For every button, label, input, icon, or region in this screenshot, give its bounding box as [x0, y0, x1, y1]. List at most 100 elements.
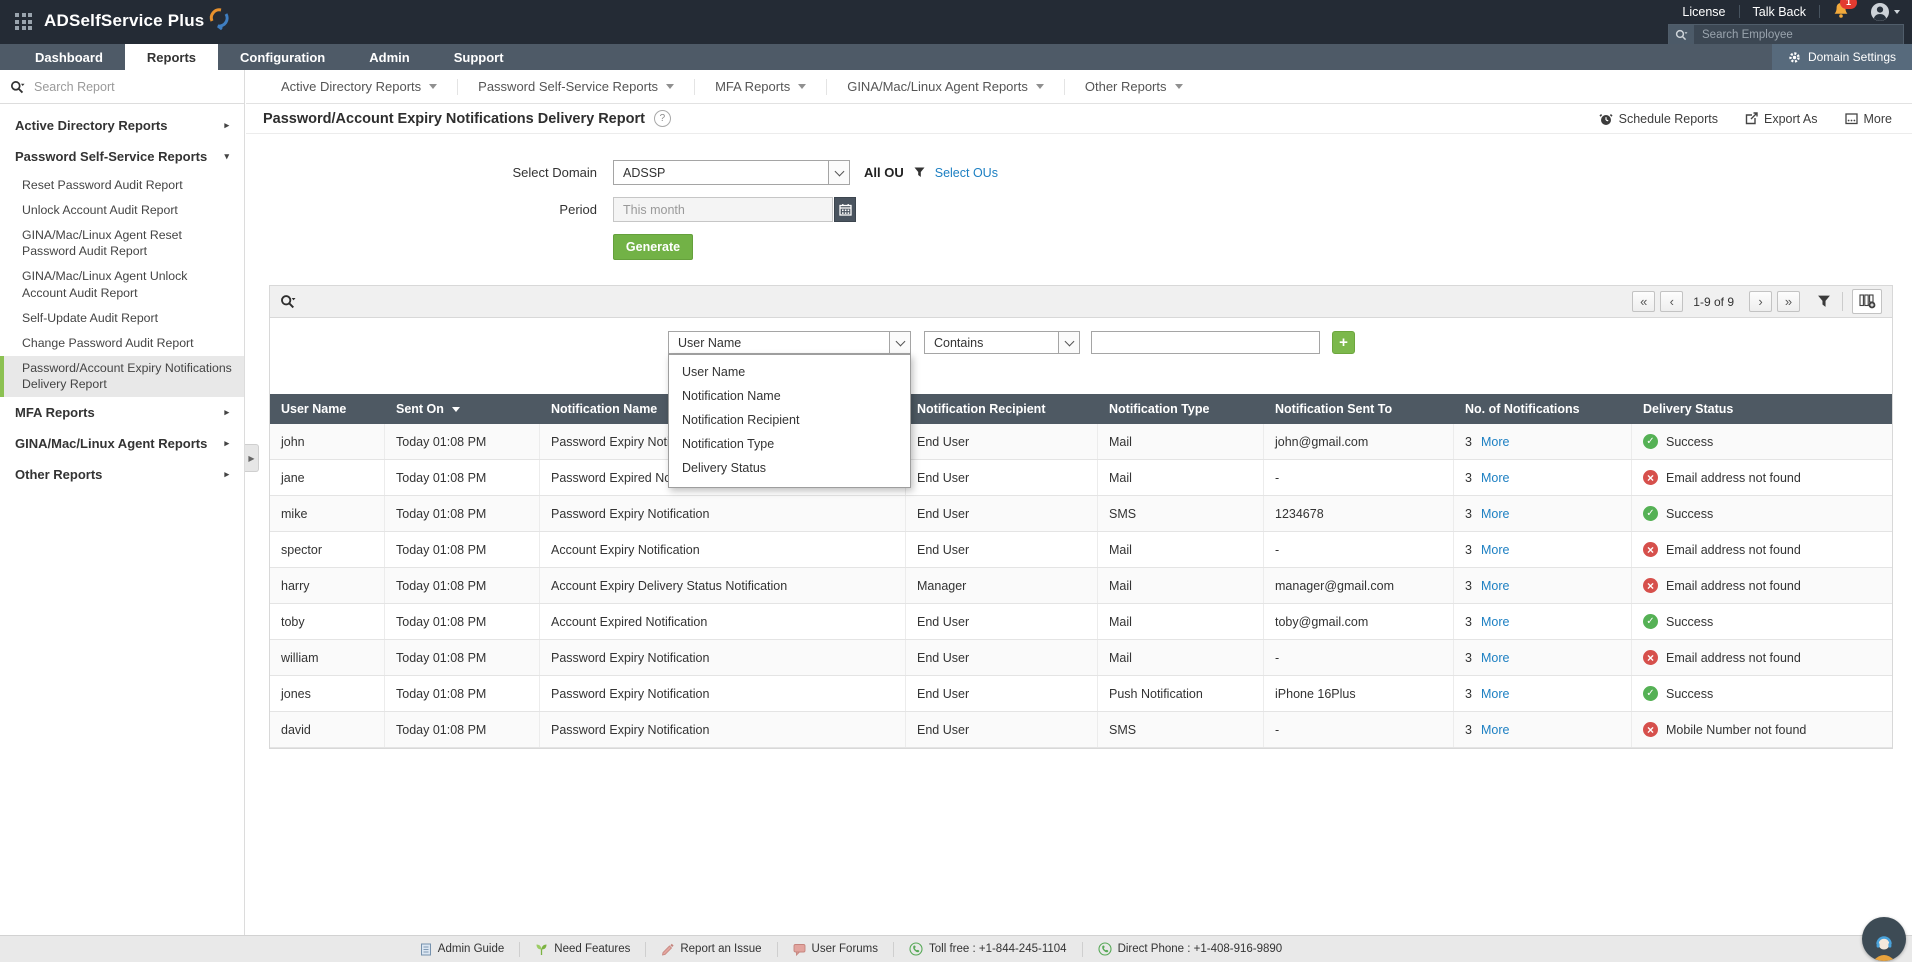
more-link[interactable]: More [1481, 723, 1509, 737]
gear-icon [1788, 51, 1801, 64]
report-category-menu[interactable]: Other Reports [1065, 79, 1203, 95]
column-header-notification-count[interactable]: No. of Notifications [1454, 402, 1632, 416]
column-header-user-name[interactable]: User Name [270, 402, 385, 416]
ou-filter-icon[interactable] [914, 167, 925, 178]
filter-field-option[interactable]: Notification Type [669, 432, 910, 456]
chevron-down-icon [889, 332, 910, 353]
report-an-issue-label: Report an Issue [680, 943, 761, 955]
report-category-menu[interactable]: Password Self-Service Reports [458, 79, 695, 95]
sidebar-report-item[interactable]: Reset Password Audit Report [0, 172, 244, 197]
schedule-reports-button[interactable]: Schedule Reports [1599, 112, 1718, 126]
table-row[interactable]: jane Today 01:08 PM Password Expired Not… [270, 460, 1892, 496]
sort-desc-icon[interactable] [452, 407, 460, 412]
filter-icon[interactable] [1817, 295, 1831, 308]
table-search-icon[interactable] [280, 294, 296, 309]
calendar-button[interactable] [834, 197, 856, 222]
sidebar-group[interactable]: Other Reports ▸ [0, 459, 244, 490]
help-icon[interactable] [654, 110, 671, 127]
search-report-input[interactable] [32, 79, 234, 95]
more-link[interactable]: More [1481, 651, 1509, 665]
more-link[interactable]: More [1481, 615, 1509, 629]
sidebar-group-expanded[interactable]: Password Self-Service Reports ▾ [0, 141, 244, 172]
table-row[interactable]: toby Today 01:08 PM Account Expired Noti… [270, 604, 1892, 640]
sidebar-report-item[interactable]: Change Password Audit Report [0, 331, 244, 356]
table-row[interactable]: harry Today 01:08 PM Account Expiry Deli… [270, 568, 1892, 604]
filter-field-select[interactable]: User Name [668, 331, 911, 354]
cell-sent-on: Today 01:08 PM [385, 532, 540, 567]
domain-settings-button[interactable]: Domain Settings [1772, 44, 1912, 70]
column-header-notification-recipient[interactable]: Notification Recipient [906, 402, 1098, 416]
table-row[interactable]: spector Today 01:08 PM Account Expiry No… [270, 532, 1892, 568]
need-features-label: Need Features [554, 943, 630, 955]
report-category-menu[interactable]: Active Directory Reports [261, 79, 458, 95]
table-row[interactable]: david Today 01:08 PM Password Expiry Not… [270, 712, 1892, 748]
search-icon[interactable] [1669, 25, 1694, 44]
sidebar-group[interactable]: MFA Reports ▸ [0, 397, 244, 428]
more-link[interactable]: More [1481, 507, 1509, 521]
pagination-prev-button[interactable] [1660, 291, 1683, 312]
phone-icon [1098, 942, 1112, 956]
sidebar-group[interactable]: GINA/Mac/Linux Agent Reports ▸ [0, 428, 244, 459]
report-category-menu[interactable]: MFA Reports [695, 79, 827, 95]
error-icon: × [1643, 470, 1658, 485]
more-link[interactable]: More [1481, 543, 1509, 557]
select-ous-link[interactable]: Select OUs [935, 166, 998, 180]
column-header-notification-sent-to[interactable]: Notification Sent To [1264, 402, 1454, 416]
generate-button[interactable]: Generate [613, 234, 693, 260]
filter-field-option[interactable]: Notification Name [669, 384, 910, 408]
filter-value-input[interactable] [1091, 331, 1320, 354]
more-link[interactable]: More [1481, 579, 1509, 593]
nav-tab[interactable]: Admin [347, 44, 431, 70]
sidebar-collapse-handle[interactable]: ▶ [245, 444, 259, 472]
toll-free-number[interactable]: Toll free : +1-844-245-1104 [893, 942, 1082, 957]
pagination-next-button[interactable] [1749, 291, 1772, 312]
nav-tab[interactable]: Dashboard [13, 44, 125, 70]
admin-guide-link[interactable]: Admin Guide [405, 942, 519, 957]
column-header-notification-type[interactable]: Notification Type [1098, 402, 1264, 416]
nav-tab[interactable]: Reports [125, 44, 218, 70]
more-button[interactable]: More [1845, 112, 1892, 126]
table-row[interactable]: john Today 01:08 PM Password Expiry Noti… [270, 424, 1892, 460]
table-row[interactable]: jones Today 01:08 PM Password Expiry Not… [270, 676, 1892, 712]
report-an-issue-link[interactable]: Report an Issue [645, 942, 776, 957]
talk-back-link[interactable]: Talk Back [1740, 5, 1820, 19]
more-link[interactable]: More [1481, 435, 1509, 449]
domain-select[interactable]: ADSSP [613, 160, 850, 185]
sidebar-report-item[interactable]: Self-Update Audit Report [0, 305, 244, 330]
sidebar-report-item[interactable]: GINA/Mac/Linux Agent Unlock Account Audi… [0, 264, 244, 305]
app-grid-icon[interactable] [15, 13, 34, 32]
user-menu[interactable] [1862, 2, 1904, 22]
search-employee-input[interactable] [1694, 29, 1903, 41]
more-link[interactable]: More [1481, 687, 1509, 701]
search-icon[interactable] [10, 80, 25, 94]
pagination-last-button[interactable] [1777, 291, 1800, 312]
direct-phone-number[interactable]: Direct Phone : +1-408-916-9890 [1082, 942, 1298, 957]
table-row[interactable]: mike Today 01:08 PM Password Expiry Noti… [270, 496, 1892, 532]
more-link[interactable]: More [1481, 471, 1509, 485]
export-as-button[interactable]: Export As [1745, 112, 1818, 126]
nav-tab[interactable]: Configuration [218, 44, 347, 70]
sidebar-report-item[interactable]: Unlock Account Audit Report [0, 197, 244, 222]
table-row[interactable]: william Today 01:08 PM Password Expiry N… [270, 640, 1892, 676]
notifications-bell-icon[interactable]: 1 [1820, 0, 1862, 24]
nav-tab[interactable]: Support [432, 44, 526, 70]
report-category-menu[interactable]: GINA/Mac/Linux Agent Reports [827, 79, 1065, 95]
filter-operator-select[interactable]: Contains [924, 331, 1080, 354]
filter-field-option[interactable]: Delivery Status [669, 456, 910, 480]
sidebar-report-item[interactable]: Password/Account Expiry Notifications De… [0, 356, 244, 397]
sidebar-report-label: Self-Update Audit Report [22, 311, 158, 325]
pagination-first-button[interactable] [1632, 291, 1655, 312]
column-header-delivery-status[interactable]: Delivery Status [1632, 402, 1892, 416]
user-forums-link[interactable]: User Forums [777, 942, 893, 957]
need-features-link[interactable]: Need Features [519, 942, 645, 957]
sidebar-report-item[interactable]: GINA/Mac/Linux Agent Reset Password Audi… [0, 222, 244, 263]
add-column-button[interactable] [1852, 289, 1882, 314]
column-header-sent-on[interactable]: Sent On [385, 402, 540, 416]
filter-field-option[interactable]: User Name [669, 360, 910, 384]
filter-field-option[interactable]: Notification Recipient [669, 408, 910, 432]
license-link[interactable]: License [1669, 5, 1738, 19]
sidebar-group[interactable]: Active Directory Reports ▸ [0, 110, 244, 141]
add-filter-button[interactable]: + [1332, 331, 1355, 354]
support-chat-button[interactable] [1862, 917, 1906, 961]
period-input[interactable]: This month [613, 197, 833, 222]
